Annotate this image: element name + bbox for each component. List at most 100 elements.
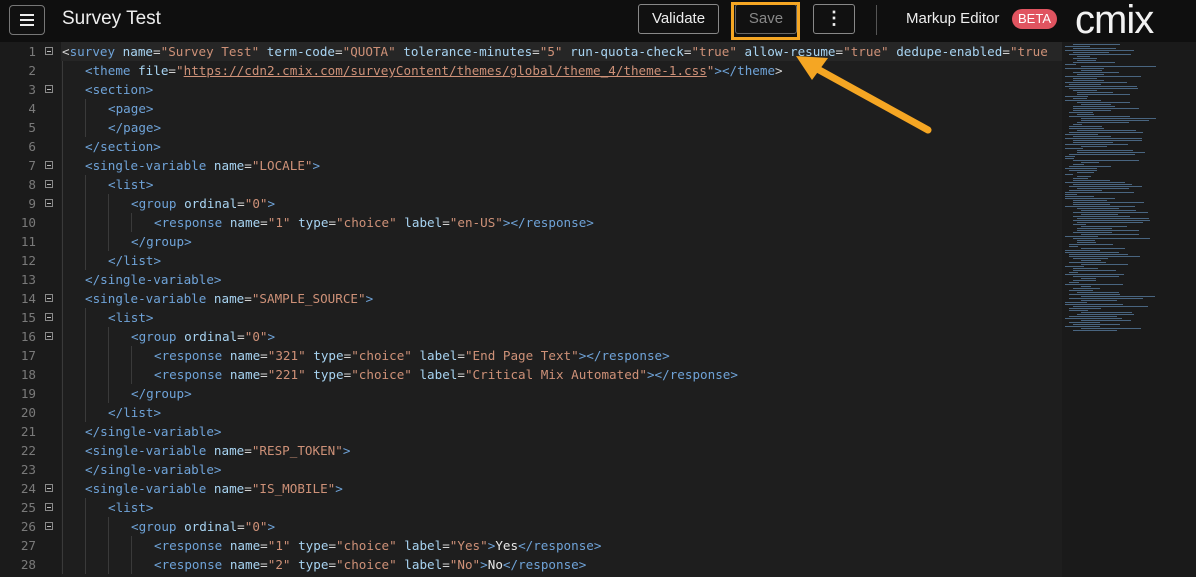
code-editor[interactable]: 1 <survey name="Survey Test" term-code="Q… <box>0 42 1062 577</box>
hamburger-menu-button[interactable] <box>9 5 45 35</box>
minimap-line <box>1069 126 1102 127</box>
code-line[interactable]: 6 </section> <box>0 137 1062 156</box>
minimap-line <box>1077 208 1119 209</box>
minimap-line <box>1069 294 1120 295</box>
code-token: Yes <box>495 538 519 553</box>
code-line[interactable]: 11 </group> <box>0 232 1062 251</box>
minimap-line <box>1073 142 1113 143</box>
code-token: = <box>442 215 450 230</box>
fold-toggle-icon[interactable] <box>45 161 53 169</box>
fold-toggle-icon[interactable] <box>45 484 53 492</box>
code-token: term-code <box>259 44 336 59</box>
minimap-line <box>1081 66 1156 67</box>
minimap-line <box>1073 306 1148 307</box>
code-line[interactable]: 17 <response name="321" type="choice" lab… <box>0 346 1062 365</box>
code-line[interactable]: 26 <group ordinal="0"> <box>0 517 1062 536</box>
code-line[interactable]: 21 </single-variable> <box>0 422 1062 441</box>
code-line[interactable]: 28 <response name="2" type="choice" label… <box>0 555 1062 574</box>
code-line[interactable]: 20 </list> <box>0 403 1062 422</box>
minimap-line <box>1065 144 1128 145</box>
code-token: type <box>290 538 329 553</box>
code-token: file <box>138 63 169 78</box>
code-line[interactable]: 14 <single-variable name="SAMPLE_SOURCE"> <box>0 289 1062 308</box>
code-line[interactable]: 25 <list> <box>0 498 1062 517</box>
code-line[interactable]: 1 <survey name="Survey Test" term-code="Q… <box>0 42 1062 61</box>
fold-toggle-icon[interactable] <box>45 85 53 93</box>
more-options-button[interactable]: ⋮ <box>813 4 855 34</box>
indent-guide <box>85 346 86 365</box>
code-line[interactable]: 5 </page> <box>0 118 1062 137</box>
indent-guide <box>62 327 63 346</box>
fold-toggle-icon[interactable] <box>45 180 53 188</box>
code-minimap[interactable] <box>1062 42 1196 577</box>
code-text: <group ordinal="0"> <box>131 327 275 346</box>
code-token: <single-variable <box>85 291 214 306</box>
menu-icon <box>20 14 34 16</box>
fold-toggle-icon[interactable] <box>45 313 53 321</box>
code-line[interactable]: 18 <response name="221" type="choice" lab… <box>0 365 1062 384</box>
minimap-line <box>1077 230 1139 231</box>
code-line[interactable]: 10 <response name="1" type="choice" label… <box>0 213 1062 232</box>
minimap-line <box>1073 216 1130 217</box>
indent-guide <box>108 346 109 365</box>
fold-toggle-icon[interactable] <box>45 503 53 511</box>
minimap-line <box>1073 160 1139 161</box>
code-line[interactable]: 4 <page> <box>0 99 1062 118</box>
code-line[interactable]: 16 <group ordinal="0"> <box>0 327 1062 346</box>
code-token: = <box>442 557 450 572</box>
code-line[interactable]: 8 <list> <box>0 175 1062 194</box>
fold-toggle-icon[interactable] <box>45 199 53 207</box>
minimap-line <box>1077 122 1129 123</box>
code-line[interactable]: 22 <single-variable name="RESP_TOKEN"> <box>0 441 1062 460</box>
code-token: label <box>411 367 458 382</box>
code-token: <response <box>154 348 230 363</box>
minimap-line <box>1069 316 1117 317</box>
code-line[interactable]: 15 <list> <box>0 308 1062 327</box>
code-line[interactable]: 2 <theme file="https://cdn2.cmix.com/surv… <box>0 61 1062 80</box>
code-token: = <box>244 443 252 458</box>
code-token: <list> <box>108 500 154 515</box>
indent-guide <box>62 346 63 365</box>
minimap-line <box>1069 254 1128 255</box>
code-token: = <box>237 196 245 211</box>
code-line[interactable]: 24 <single-variable name="IS_MOBILE"> <box>0 479 1062 498</box>
code-token: type <box>290 215 329 230</box>
code-line[interactable]: 19 </group> <box>0 384 1062 403</box>
code-token: type <box>305 367 344 382</box>
code-line[interactable]: 3 <section> <box>0 80 1062 99</box>
indent-guide <box>62 270 63 289</box>
minimap-line <box>1065 274 1124 275</box>
fold-toggle-icon[interactable] <box>45 294 53 302</box>
code-line[interactable]: 7 <single-variable name="LOCALE"> <box>0 156 1062 175</box>
minimap-line <box>1081 118 1156 119</box>
code-token: name <box>229 348 261 363</box>
minimap-line <box>1069 246 1078 247</box>
fold-toggle-icon[interactable] <box>45 522 53 530</box>
minimap-line <box>1073 52 1109 53</box>
minimap-line <box>1069 132 1143 133</box>
code-line[interactable]: 13 </single-variable> <box>0 270 1062 289</box>
minimap-line <box>1077 176 1091 177</box>
fold-toggle-icon[interactable] <box>45 47 53 55</box>
minimap-line <box>1077 114 1094 115</box>
code-token: <section> <box>85 82 154 97</box>
code-token: "Yes" <box>449 538 488 553</box>
code-line[interactable]: 9 <group ordinal="0"> <box>0 194 1062 213</box>
code-line[interactable]: 12 </list> <box>0 251 1062 270</box>
minimap-line <box>1073 106 1115 107</box>
minimap-line <box>1065 198 1115 199</box>
indent-guide <box>62 403 63 422</box>
code-line[interactable]: 23 </single-variable> <box>0 460 1062 479</box>
minimap-line <box>1073 258 1108 259</box>
validate-button[interactable]: Validate <box>638 4 719 34</box>
indent-guide <box>62 251 63 270</box>
indent-guide <box>85 555 86 574</box>
code-text: <single-variable name="IS_MOBILE"> <box>85 479 343 498</box>
indent-guide <box>62 441 63 460</box>
minimap-line <box>1069 244 1113 245</box>
code-line[interactable]: 27 <response name="1" type="choice" label… <box>0 536 1062 555</box>
minimap-line <box>1073 110 1111 111</box>
minimap-line <box>1073 80 1104 81</box>
fold-toggle-icon[interactable] <box>45 332 53 340</box>
minimap-line <box>1065 76 1141 77</box>
